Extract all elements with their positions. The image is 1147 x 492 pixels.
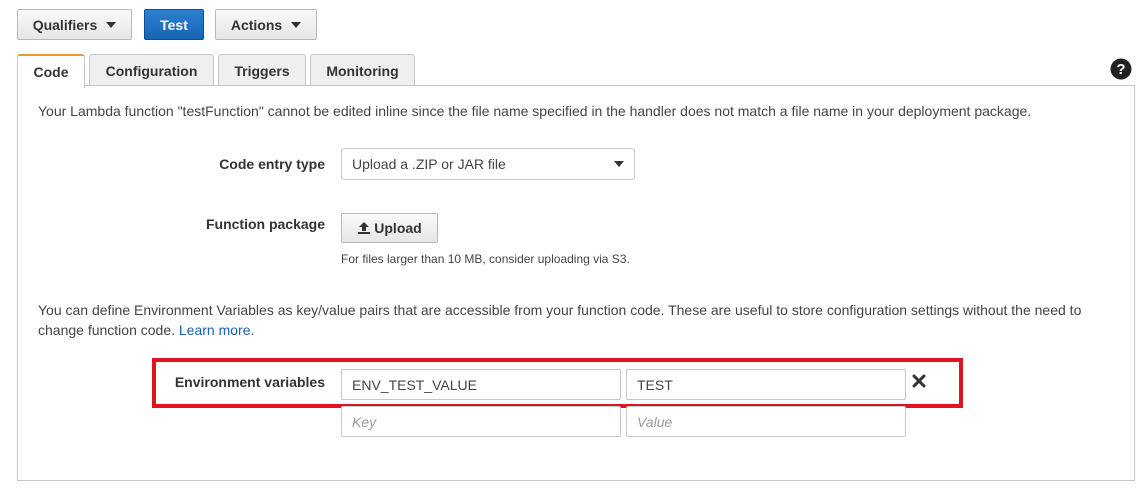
tab-label: Triggers xyxy=(234,62,290,79)
tab-label: Code xyxy=(33,64,69,80)
actions-button[interactable]: Actions xyxy=(215,9,317,40)
test-button[interactable]: Test xyxy=(144,9,204,40)
qualifiers-label: Qualifiers xyxy=(32,16,98,33)
upload-label: Upload xyxy=(374,220,422,236)
code-entry-type-select[interactable]: Upload a .ZIP or JAR file xyxy=(341,148,635,180)
code-entry-type-value: Upload a .ZIP or JAR file xyxy=(352,156,506,172)
chevron-down-icon xyxy=(614,161,624,167)
new-env-value-input[interactable] xyxy=(626,406,906,437)
inline-edit-notice: Your Lambda function "testFunction" cann… xyxy=(38,103,1032,119)
chevron-down-icon xyxy=(291,21,302,28)
upload-hint: For files larger than 10 MB, consider up… xyxy=(341,252,630,266)
chevron-down-icon xyxy=(106,21,117,28)
env-key-input[interactable] xyxy=(341,369,621,400)
tab-code[interactable]: Code xyxy=(17,54,85,88)
tab-label: Monitoring xyxy=(326,62,399,79)
env-variables-label: Environment variables xyxy=(174,374,325,390)
actions-label: Actions xyxy=(230,16,283,33)
close-icon[interactable] xyxy=(912,374,926,388)
tab-triggers[interactable]: Triggers xyxy=(218,54,306,86)
new-env-key-input[interactable] xyxy=(341,406,621,437)
svg-text:?: ? xyxy=(1116,61,1125,78)
tab-monitoring[interactable]: Monitoring xyxy=(310,54,415,86)
remove-row-icon xyxy=(912,374,926,388)
qualifiers-button[interactable]: Qualifiers xyxy=(17,9,132,40)
tab-label: Configuration xyxy=(105,62,198,79)
upload-icon xyxy=(358,222,371,234)
env-description: You can define Environment Variables as … xyxy=(38,300,1118,340)
learn-more-link[interactable]: Learn more. xyxy=(179,322,254,338)
help-icon[interactable]: ? xyxy=(1110,58,1132,80)
env-value-input[interactable] xyxy=(626,369,906,400)
code-entry-type-label: Code entry type xyxy=(219,156,325,172)
question-circle-icon: ? xyxy=(1110,58,1132,80)
function-package-label: Function package xyxy=(205,216,325,232)
upload-button[interactable]: Upload xyxy=(341,213,438,243)
tab-configuration[interactable]: Configuration xyxy=(89,54,214,86)
test-label: Test xyxy=(160,16,188,33)
